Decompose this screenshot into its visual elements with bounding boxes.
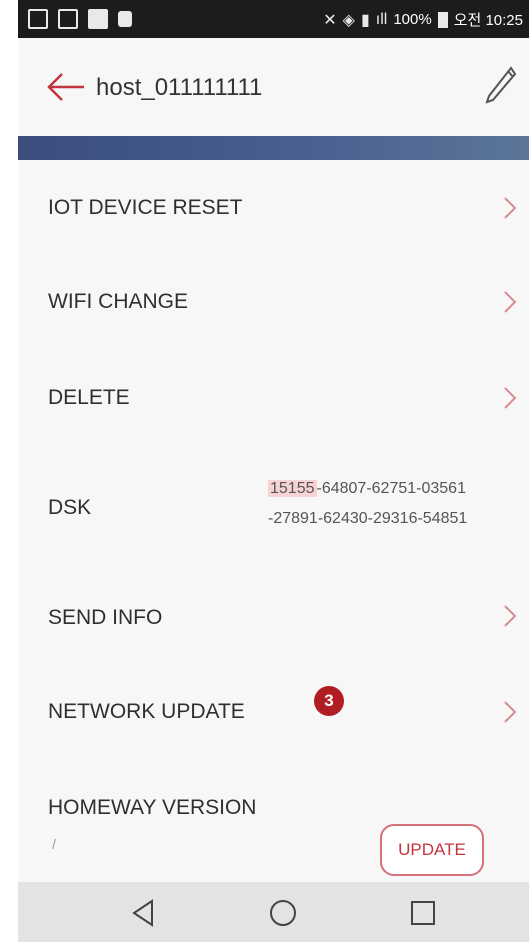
app-bar: host_011111111	[18, 38, 529, 136]
dsk-label: DSK	[48, 496, 92, 519]
menu-item-wifi-change[interactable]: WIFI CHANGE	[18, 256, 529, 350]
image-notification-icon	[58, 9, 78, 29]
dsk-line-1: 15155 -64807-62751-03561	[268, 474, 467, 504]
menu-item-label: WIFI CHANGE	[48, 290, 188, 313]
menu-item-delete[interactable]: DELETE	[18, 350, 529, 446]
menu-item-label: SEND INFO	[48, 606, 163, 629]
notification-icon	[28, 9, 48, 29]
chevron-right-icon	[504, 197, 517, 219]
back-triangle-icon[interactable]	[126, 896, 160, 930]
phone-screen: ✕ ◈ ▮ ıll 100% 오전 10:25 host_011111111 I…	[18, 0, 529, 942]
dsk-row: DSK 15155 -64807-62751-03561 -27891-62430…	[18, 446, 529, 570]
recent-apps-icon[interactable]	[406, 896, 440, 930]
step-badge: 3	[314, 686, 344, 716]
dsk-line-2: -27891-62430-29316-54851	[268, 510, 468, 527]
update-button[interactable]: UPDATE	[380, 824, 484, 876]
menu-item-network-update[interactable]: NETWORK UPDATE	[18, 668, 529, 764]
battery-icon	[437, 11, 448, 28]
menu-item-iot-device-reset[interactable]: IOT DEVICE RESET	[18, 160, 529, 256]
chevron-right-icon	[504, 701, 517, 723]
navigation-bar	[18, 882, 529, 942]
system-status: ✕ ◈ ▮ ıll 100% 오전 10:25	[323, 9, 523, 30]
clock: 오전 10:25	[453, 12, 523, 29]
homeway-version-label: HOMEWAY VERSION	[48, 796, 257, 819]
chevron-right-icon	[504, 387, 517, 409]
signal-icon: ıll	[375, 10, 388, 28]
page-title: host_011111111	[96, 74, 263, 101]
menu-item-label: DELETE	[48, 386, 130, 409]
chevron-right-icon	[504, 291, 517, 313]
header-band	[18, 136, 529, 160]
dsk-line-1-rest: -64807-62751-03561	[316, 480, 466, 497]
app-notification-icon	[88, 9, 108, 29]
mute-icon: ✕	[323, 11, 337, 29]
battery-percent: 100%	[393, 11, 432, 28]
sim-icon: ▮	[360, 11, 370, 29]
homeway-version-value: /	[52, 836, 56, 852]
home-circle-icon[interactable]	[266, 896, 300, 930]
status-bar: ✕ ◈ ▮ ıll 100% 오전 10:25	[18, 0, 529, 38]
wifi-icon: ◈	[342, 11, 355, 29]
back-arrow-icon[interactable]	[46, 72, 86, 102]
notification-icons	[28, 9, 132, 29]
download-notification-icon	[118, 11, 132, 27]
chevron-right-icon	[504, 605, 517, 627]
menu-item-label: IOT DEVICE RESET	[48, 196, 243, 219]
menu-item-label: NETWORK UPDATE	[48, 700, 245, 723]
dsk-highlight: 15155	[268, 480, 317, 497]
pencil-icon[interactable]	[481, 64, 519, 104]
menu-item-send-info[interactable]: SEND INFO	[18, 570, 529, 668]
dsk-value: 15155 -64807-62751-03561 -27891-62430-293…	[268, 474, 467, 534]
